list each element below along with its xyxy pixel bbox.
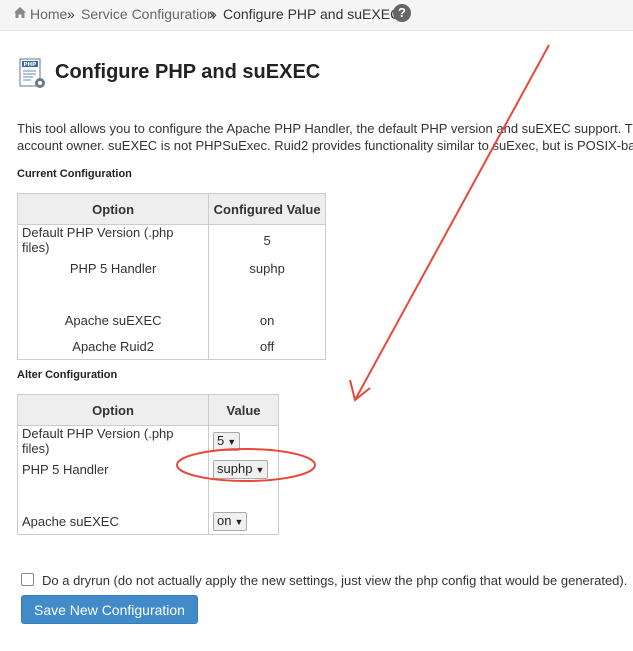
option-label: PHP 5 Handler [16, 456, 210, 482]
option-value-cell [208, 482, 279, 508]
option-label: Apache suEXEC [16, 508, 210, 535]
column-header-option: Option [16, 193, 210, 225]
description-line: This tool allows you to configure the Ap… [17, 121, 633, 136]
current-config-heading: Current Configuration [17, 168, 132, 180]
table-row: Apache Ruid2 off [16, 333, 326, 360]
breadcrumb: Home » Service Configuration » Configure… [0, 0, 633, 31]
table-row: PHP 5 Handler suphp [16, 255, 326, 281]
option-value: suphp [208, 255, 326, 281]
alter-config-table: Option Value Default PHP Version (.php f… [16, 394, 279, 535]
php-handler-select[interactable]: suphp ▼ [213, 459, 269, 479]
option-label: Apache Ruid2 [16, 333, 210, 360]
dryrun-checkbox[interactable] [21, 573, 34, 586]
breadcrumb-home-link[interactable]: Home [30, 6, 67, 22]
column-header-option: Option [16, 394, 210, 426]
select-value: 5 [217, 432, 225, 448]
option-label: PHP 5 Handler [16, 255, 210, 281]
page-title: Configure PHP and suEXEC [55, 61, 321, 83]
option-value: on [208, 307, 326, 333]
dropdown-arrow-icon: ▼ [227, 436, 237, 447]
breadcrumb-current: Configure PHP and suEXEC [223, 6, 401, 22]
annotation-arrowhead [349, 379, 371, 402]
breadcrumb-separator: » [67, 6, 75, 22]
option-label: Apache suEXEC [16, 307, 210, 333]
table-row: Apache suEXEC on [16, 307, 326, 333]
table-row: PHP 5 Handler suphp ▼ [16, 456, 279, 482]
table-row: Default PHP Version (.php files) 5 ▼ [16, 425, 279, 456]
annotation-arrow [354, 44, 550, 401]
option-value: off [208, 333, 326, 360]
breadcrumb-separator: » [209, 6, 217, 22]
table-row: Apache suEXEC on ▼ [16, 508, 279, 535]
current-config-table: Option Configured Value Default PHP Vers… [16, 193, 326, 360]
table-row [16, 482, 279, 508]
dryrun-label: Do a dryrun (do not actually apply the n… [42, 573, 628, 588]
svg-text:PHP: PHP [24, 62, 37, 68]
dropdown-arrow-icon: ▼ [255, 464, 265, 475]
option-label: Default PHP Version (.php files) [16, 425, 210, 456]
option-label [16, 281, 210, 307]
description-line: account owner. suEXEC is not PHPSuExec. … [17, 138, 633, 153]
option-value-cell: on ▼ [208, 508, 279, 535]
home-icon[interactable] [13, 6, 27, 19]
breadcrumb-service-config-link[interactable]: Service Configuration [81, 6, 215, 22]
table-row: Default PHP Version (.php files) 5 [16, 224, 326, 255]
suexec-select[interactable]: on ▼ [213, 511, 248, 531]
php-config-icon: PHP [19, 58, 45, 88]
column-header-configured-value: Configured Value [208, 193, 326, 225]
option-label: Default PHP Version (.php files) [16, 224, 210, 255]
option-value-cell: suphp ▼ [208, 456, 279, 482]
option-value: 5 [208, 224, 326, 255]
option-value-cell: 5 ▼ [208, 425, 279, 456]
select-value: on [217, 512, 232, 528]
option-value [208, 281, 326, 307]
help-icon[interactable]: ? [393, 4, 411, 22]
table-row [16, 281, 326, 307]
dropdown-arrow-icon: ▼ [234, 516, 244, 527]
option-label [16, 482, 210, 508]
save-new-configuration-button[interactable]: Save New Configuration [21, 595, 198, 624]
alter-config-heading: Alter Configuration [17, 369, 118, 381]
php-version-select[interactable]: 5 ▼ [213, 431, 241, 451]
select-value: suphp [217, 460, 253, 476]
column-header-value: Value [208, 394, 279, 426]
